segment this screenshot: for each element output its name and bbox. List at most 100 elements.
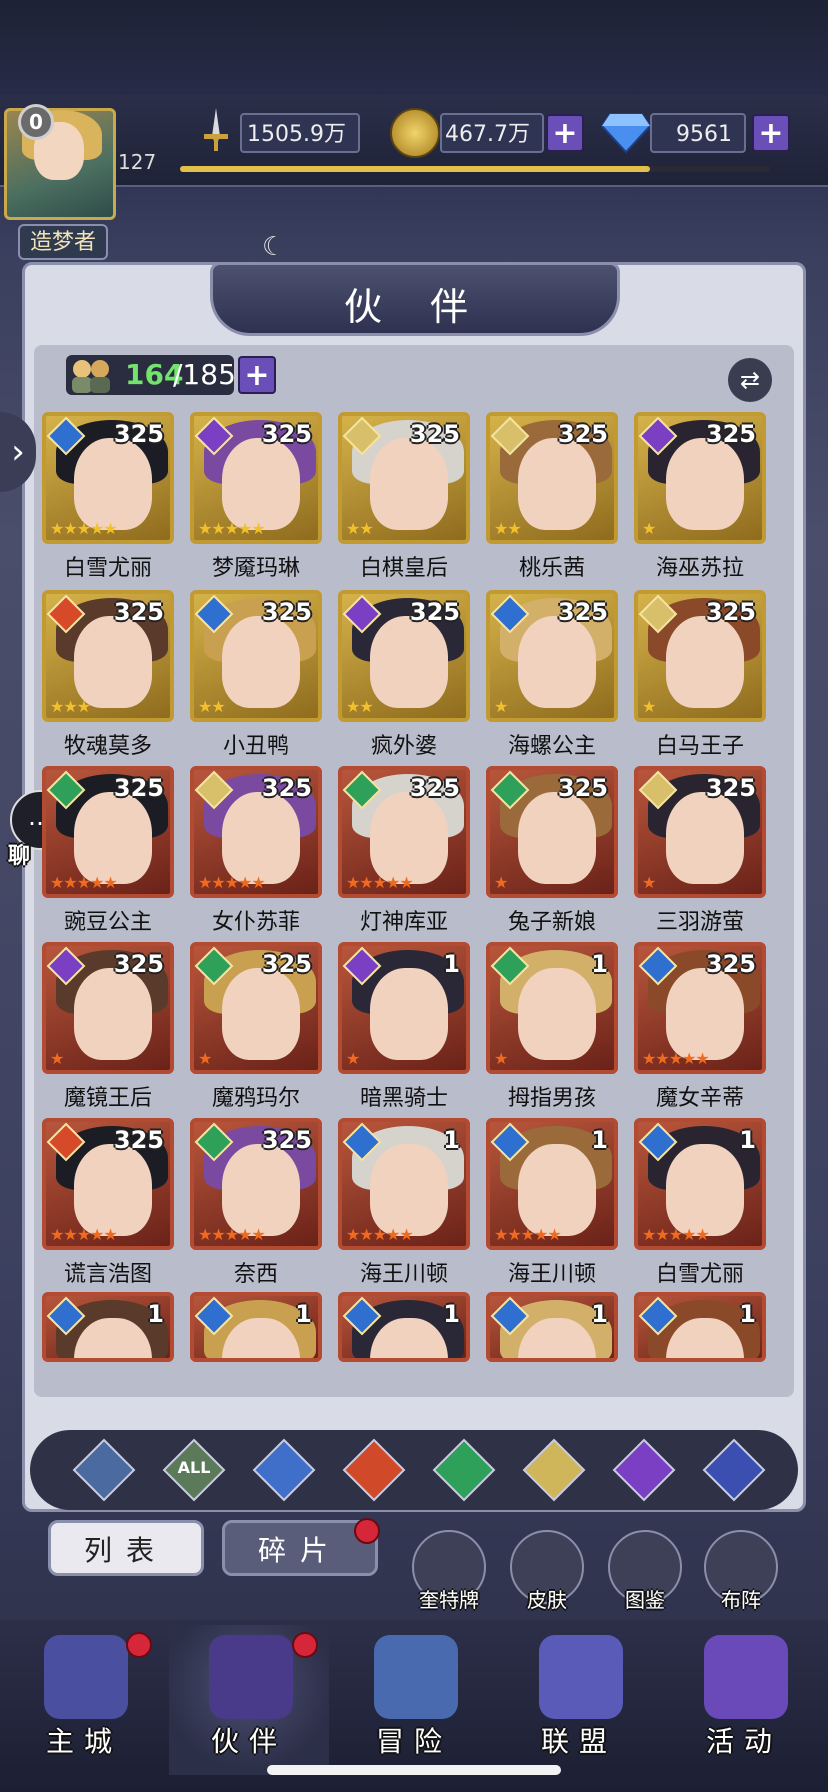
hero-card[interactable]: 325 ★★★★★ <box>338 766 470 898</box>
hero-card[interactable]: 325 ★ <box>634 766 766 898</box>
hero-card[interactable]: 325 ★ <box>190 942 322 1074</box>
hero-stars: ★ <box>494 1049 508 1068</box>
hero-level: 325 <box>113 950 164 978</box>
hero-card[interactable]: 1 <box>338 1292 470 1362</box>
dark-icon[interactable] <box>612 1438 676 1502</box>
hero-card[interactable]: 325 ★★★ <box>42 590 174 722</box>
hero-card[interactable]: 325 ★ <box>634 590 766 722</box>
hero-name: 小丑鸭 <box>222 734 289 759</box>
hero-level: 325 <box>705 774 756 802</box>
water-element-icon <box>194 1296 234 1336</box>
hero-level: 325 <box>261 950 312 978</box>
add-gems-button[interactable]: + <box>752 114 790 152</box>
hero-card[interactable]: 325 ★★★★★ <box>634 942 766 1074</box>
hero-stars: ★ <box>494 873 508 892</box>
hero-level: 325 <box>113 420 164 448</box>
hero-level: 325 <box>705 598 756 626</box>
hero-level: 325 <box>113 1126 164 1154</box>
hero-level: 1 <box>739 1126 756 1154</box>
nav-adventure[interactable]: 冒险 <box>334 1625 494 1775</box>
water-element-icon <box>342 1296 382 1336</box>
hero-card[interactable]: 325 ★★ <box>486 412 618 544</box>
power-icon <box>196 106 236 154</box>
hero-card[interactable]: 325 ★ <box>634 412 766 544</box>
shortcut-label: 布阵 <box>721 1588 761 1612</box>
water-element-icon <box>490 1122 530 1162</box>
nav-label: 主城 <box>45 1725 122 1758</box>
planet-icon[interactable] <box>702 1438 766 1502</box>
water-icon[interactable] <box>252 1438 316 1502</box>
nav-label: 联盟 <box>540 1725 617 1758</box>
nav-alliance[interactable]: 联盟 <box>499 1625 659 1775</box>
water-element-icon <box>638 1296 678 1336</box>
hero-stars: ★ <box>198 1049 212 1068</box>
water-element-icon <box>638 1122 678 1162</box>
shortcut-label: 图鉴 <box>625 1588 665 1612</box>
hero-name: 桃乐茜 <box>518 556 585 581</box>
hero-name: 海巫苏拉 <box>655 556 744 581</box>
hero-name: 海王川顿 <box>507 1262 596 1287</box>
hero-card[interactable]: 1 <box>42 1292 174 1362</box>
hero-card[interactable]: 1 <box>634 1292 766 1362</box>
all-icon[interactable]: ALL <box>162 1438 226 1502</box>
light-element-icon <box>342 416 382 456</box>
hero-level: 1 <box>591 1126 608 1154</box>
hero-card[interactable]: 1 ★★★★★ <box>338 1118 470 1250</box>
player-title[interactable]: 造梦者 <box>18 224 108 260</box>
hero-name: 魔女辛蒂 <box>655 1086 744 1111</box>
hero-stars: ★★ <box>346 519 374 538</box>
hero-card[interactable]: 1 <box>190 1292 322 1362</box>
water-element-icon <box>490 1296 530 1336</box>
wind-element-icon <box>490 946 530 986</box>
hero-card[interactable]: 1 ★★★★★ <box>486 1118 618 1250</box>
hero-card[interactable]: 325 ★ <box>486 766 618 898</box>
hero-card[interactable]: 1 ★ <box>486 942 618 1074</box>
hero-card[interactable]: 325 ★★★★★ <box>42 412 174 544</box>
hero-level: 1 <box>443 950 460 978</box>
hero-card[interactable]: 325 ★★ <box>338 412 470 544</box>
hero-card[interactable]: 1 ★ <box>338 942 470 1074</box>
hero-card[interactable]: 325 ★★★★★ <box>42 1118 174 1250</box>
hero-card[interactable]: 1 <box>486 1292 618 1362</box>
tab-list[interactable]: 列表 <box>48 1520 204 1576</box>
hero-stars: ★ <box>346 1049 360 1068</box>
fire-element-icon <box>46 594 86 634</box>
hero-level: 325 <box>261 420 312 448</box>
hero-card[interactable]: 325 ★★★★★ <box>190 1118 322 1250</box>
fire-icon[interactable] <box>342 1438 406 1502</box>
hero-stars: ★★★★★ <box>642 1225 710 1244</box>
wind-element-icon <box>46 770 86 810</box>
chevron-up-icon[interactable] <box>72 1438 136 1502</box>
hero-stars: ★★★★★ <box>198 1225 266 1244</box>
add-gold-button[interactable]: + <box>546 114 584 152</box>
nav-events[interactable]: 活动 <box>664 1625 824 1775</box>
hero-card[interactable]: 325 ★ <box>42 942 174 1074</box>
hero-card[interactable]: 325 ★★★★★ <box>190 766 322 898</box>
nav-partners-icon <box>209 1635 293 1719</box>
vip-badge: 0 <box>18 104 54 140</box>
hero-card[interactable]: 325 ★★★★★ <box>42 766 174 898</box>
fragments-notification-dot <box>354 1518 380 1544</box>
hero-stars: ★★★★★ <box>642 1049 710 1068</box>
wind-icon[interactable] <box>432 1438 496 1502</box>
gold-coin-icon <box>390 108 440 158</box>
hero-level: 325 <box>705 950 756 978</box>
light-icon[interactable] <box>522 1438 586 1502</box>
water-element-icon <box>638 946 678 986</box>
hero-card[interactable]: 325 ★★ <box>338 590 470 722</box>
filter-all-label: ALL <box>177 1458 211 1477</box>
hero-card[interactable]: 325 ★ <box>486 590 618 722</box>
player-level: 127 <box>118 150 157 174</box>
water-element-icon <box>46 416 86 456</box>
dark-element-icon <box>194 416 234 456</box>
hero-card[interactable]: 325 ★★★★★ <box>190 412 322 544</box>
water-element-icon <box>342 1122 382 1162</box>
water-element-icon <box>194 594 234 634</box>
expand-slots-button[interactable]: + <box>238 356 276 394</box>
hero-card[interactable]: 1 ★★★★★ <box>634 1118 766 1250</box>
hero-name: 女仆苏菲 <box>211 910 300 935</box>
hero-card[interactable]: 325 ★★ <box>190 590 322 722</box>
sort-toggle-button[interactable]: ⇄ <box>728 358 772 402</box>
hero-stars: ★ <box>642 697 656 716</box>
hero-level: 1 <box>147 1300 164 1328</box>
